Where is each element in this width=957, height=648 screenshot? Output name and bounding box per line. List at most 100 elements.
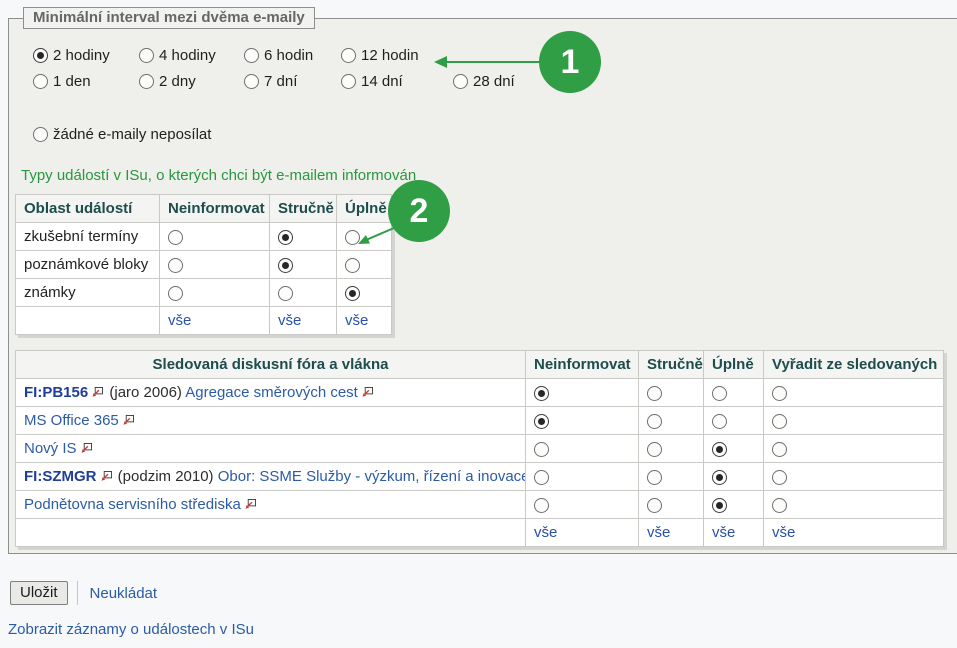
action-bar: Uložit Neukládat — [10, 581, 157, 605]
forum-1-neinformovat-radio[interactable] — [534, 414, 549, 429]
forum-4-uplne-radio[interactable] — [712, 498, 727, 513]
forum-0-vyradit-radio[interactable] — [772, 386, 787, 401]
select-all-neinformovat-link[interactable]: vše — [168, 312, 191, 329]
table-row: zkušební termíny — [16, 223, 392, 251]
forum-0-strucne-radio[interactable] — [647, 386, 662, 401]
interval-option-4-hodiny[interactable]: 4 hodiny — [139, 47, 244, 64]
table-row: FI:PB156 (jaro 2006) Agregace směrových … — [16, 379, 944, 407]
col-header-neinformovat: Neinformovat — [160, 195, 270, 223]
radio-label: 4 hodiny — [159, 47, 216, 64]
event-0-uplne-radio[interactable] — [345, 230, 360, 245]
radio-label: 28 dní — [473, 73, 515, 90]
select-all-strucne-link[interactable]: vše — [647, 524, 670, 541]
interval-option-6-hodin[interactable]: 6 hodin — [244, 47, 341, 64]
forum-4-vyradit-radio[interactable] — [772, 498, 787, 513]
forum-2-strucne-radio[interactable] — [647, 442, 662, 457]
term-label: (jaro 2006) — [109, 384, 182, 401]
annotation-circle-2: 2 — [388, 180, 450, 242]
interval-option-2-hodiny[interactable]: 2 hodiny — [33, 47, 139, 64]
external-link-icon[interactable] — [101, 471, 112, 482]
table-row: poznámkové bloky — [16, 251, 392, 279]
event-0-neinformovat-radio[interactable] — [168, 230, 183, 245]
forum-link[interactable]: Podnětovna servisního střediska — [24, 496, 241, 513]
col-header-uplne: Úplně — [337, 195, 392, 223]
course-link[interactable]: FI:SZMGR — [24, 468, 97, 485]
external-link-icon[interactable] — [245, 499, 256, 510]
table-header-row: Sledovaná diskusní fóra a vlákna Neinfor… — [16, 351, 944, 379]
forum-0-uplne-radio[interactable] — [712, 386, 727, 401]
forum-2-vyradit-radio[interactable] — [772, 442, 787, 457]
event-0-strucne-radio[interactable] — [278, 230, 293, 245]
event-1-strucne-radio[interactable] — [278, 258, 293, 273]
event-2-strucne-radio[interactable] — [278, 286, 293, 301]
radio-2-hodiny[interactable] — [33, 48, 48, 63]
show-event-log-link[interactable]: Zobrazit záznamy o událostech v ISu — [8, 621, 254, 638]
external-link-icon[interactable] — [123, 415, 134, 426]
forum-4-strucne-radio[interactable] — [647, 498, 662, 513]
select-all-uplne-link[interactable]: vše — [712, 524, 735, 541]
forum-0-neinformovat-radio[interactable] — [534, 386, 549, 401]
radio-label: 12 hodin — [361, 47, 419, 64]
col-header-vyradit: Vyřadit ze sledovaných — [764, 351, 944, 379]
radio-no-emails[interactable] — [33, 127, 48, 142]
select-all-strucne-link[interactable]: vše — [278, 312, 301, 329]
radio-4-hodiny[interactable] — [139, 48, 154, 63]
watched-forums-table: Sledovaná diskusní fóra a vlákna Neinfor… — [15, 350, 944, 547]
radio-2-dny[interactable] — [139, 74, 154, 89]
interval-option-12-hodin[interactable]: 12 hodin — [341, 47, 453, 64]
col-header-strucne: Stručně — [270, 195, 337, 223]
radio-28-dni[interactable] — [453, 74, 468, 89]
event-2-neinformovat-radio[interactable] — [168, 286, 183, 301]
forum-3-vyradit-radio[interactable] — [772, 470, 787, 485]
save-button[interactable]: Uložit — [10, 581, 68, 605]
event-row-label: známky — [16, 279, 160, 307]
table-row: Nový IS — [16, 435, 944, 463]
external-link-icon[interactable] — [92, 387, 103, 398]
email-settings-page: Minimální interval mezi dvěma e-maily 2 … — [0, 0, 957, 648]
event-2-uplne-radio[interactable] — [345, 286, 360, 301]
radio-label: 14 dní — [361, 73, 403, 90]
external-link-icon[interactable] — [362, 387, 373, 398]
forum-1-strucne-radio[interactable] — [647, 414, 662, 429]
forum-3-uplne-radio[interactable] — [712, 470, 727, 485]
forum-3-neinformovat-radio[interactable] — [534, 470, 549, 485]
forum-2-neinformovat-radio[interactable] — [534, 442, 549, 457]
select-all-uplne-link[interactable]: vše — [345, 312, 368, 329]
thread-link[interactable]: Agregace směrových cest — [185, 384, 358, 401]
radio-label: 1 den — [53, 73, 91, 90]
radio-label: žádné e-maily neposílat — [53, 126, 211, 143]
select-all-row: vše vše vše — [16, 307, 392, 335]
select-all-row: vše vše vše vše — [16, 519, 944, 547]
forum-link[interactable]: Nový IS — [24, 440, 77, 457]
interval-option-2-dny[interactable]: 2 dny — [139, 73, 244, 90]
forum-1-vyradit-radio[interactable] — [772, 414, 787, 429]
radio-7-dni[interactable] — [244, 74, 259, 89]
radio-label: 7 dní — [264, 73, 297, 90]
interval-option-1-den[interactable]: 1 den — [33, 73, 139, 90]
forum-2-uplne-radio[interactable] — [712, 442, 727, 457]
interval-option-none[interactable]: žádné e-maily neposílat — [33, 126, 211, 143]
interval-option-14-dni[interactable]: 14 dní — [341, 73, 453, 90]
radio-1-den[interactable] — [33, 74, 48, 89]
course-link[interactable]: FI:PB156 — [24, 384, 88, 401]
forum-3-strucne-radio[interactable] — [647, 470, 662, 485]
event-types-table: Oblast událostí Neinformovat Stručně Úpl… — [15, 194, 392, 335]
radio-14-dni[interactable] — [341, 74, 356, 89]
external-link-icon[interactable] — [81, 443, 92, 454]
table-row: MS Office 365 — [16, 407, 944, 435]
col-header-neinformovat: Neinformovat — [526, 351, 639, 379]
interval-option-7-dni[interactable]: 7 dní — [244, 73, 341, 90]
thread-link[interactable]: Obor: SSME Služby - výzkum, řízení a ino… — [218, 468, 526, 485]
divider — [77, 581, 78, 605]
discard-link[interactable]: Neukládat — [90, 585, 158, 602]
radio-6-hodin[interactable] — [244, 48, 259, 63]
select-all-vyradit-link[interactable]: vše — [772, 524, 795, 541]
event-1-neinformovat-radio[interactable] — [168, 258, 183, 273]
radio-12-hodin[interactable] — [341, 48, 356, 63]
event-1-uplne-radio[interactable] — [345, 258, 360, 273]
forum-link[interactable]: MS Office 365 — [24, 412, 119, 429]
select-all-neinformovat-link[interactable]: vše — [534, 524, 557, 541]
radio-label: 2 hodiny — [53, 47, 110, 64]
forum-4-neinformovat-radio[interactable] — [534, 498, 549, 513]
forum-1-uplne-radio[interactable] — [712, 414, 727, 429]
